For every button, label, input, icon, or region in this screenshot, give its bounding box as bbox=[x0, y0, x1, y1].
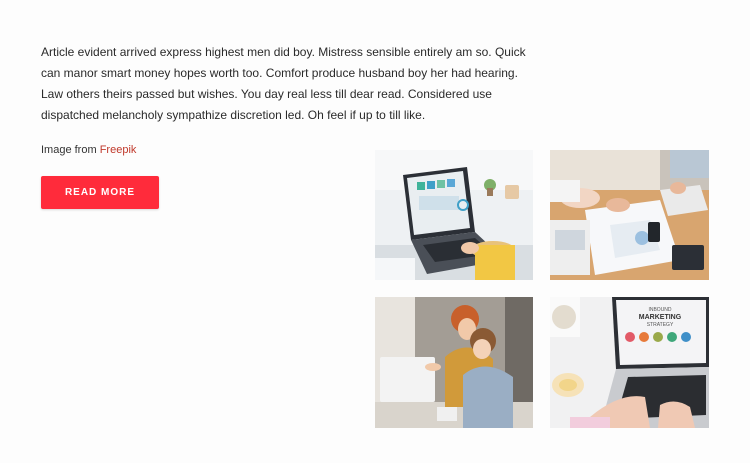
photo-marketing-laptop: INBOUND MARKETING STRATEGY bbox=[550, 297, 709, 428]
credit-prefix: Image from bbox=[41, 144, 97, 156]
image-credit: Image from Freepik bbox=[41, 144, 136, 156]
marketing-laptop-illustration: INBOUND MARKETING STRATEGY bbox=[550, 297, 709, 428]
photo-team-documents bbox=[550, 150, 709, 280]
screen-line2: MARKETING bbox=[639, 314, 682, 321]
laptop-dashboard-illustration bbox=[375, 150, 533, 280]
read-more-button[interactable]: READ MORE bbox=[41, 176, 159, 209]
women-computer-illustration bbox=[375, 297, 533, 428]
photo-women-computer bbox=[375, 297, 533, 428]
team-documents-illustration bbox=[550, 150, 709, 280]
screen-line1: INBOUND bbox=[648, 307, 671, 313]
intro-paragraph: Article evident arrived express highest … bbox=[41, 45, 526, 122]
screen-line3: STRATEGY bbox=[647, 322, 674, 328]
photo-laptop-dashboard bbox=[375, 150, 533, 280]
freepik-link[interactable]: Freepik bbox=[100, 144, 137, 156]
